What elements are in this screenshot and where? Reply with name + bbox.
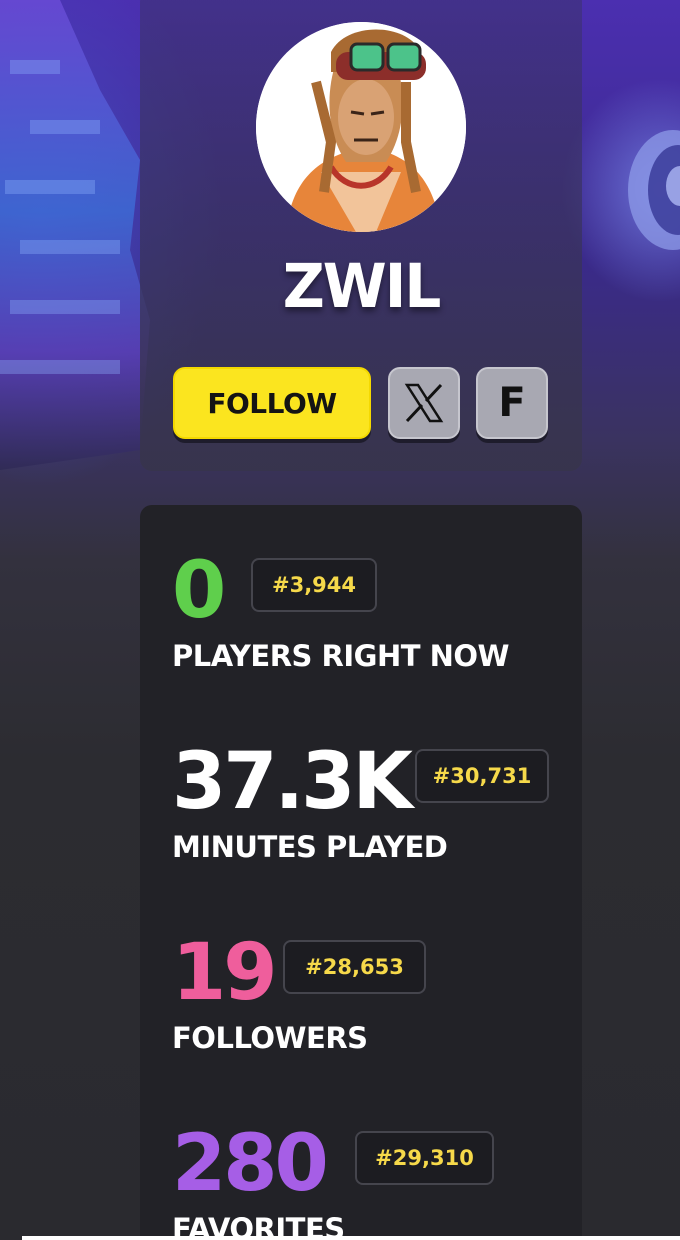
- bottom-divider: [22, 1236, 680, 1240]
- background-orb-art: [628, 130, 680, 250]
- favorites-value: 280: [172, 1119, 329, 1209]
- followers-rank: #28,653: [283, 940, 426, 994]
- players-now-label: PLAYERS RIGHT NOW: [172, 639, 510, 673]
- avatar-portrait-image: [256, 22, 466, 232]
- players-now-rank: #3,944: [251, 558, 377, 612]
- x-logo-icon: [404, 383, 444, 423]
- minutes-played-label: MINUTES PLAYED: [172, 830, 448, 864]
- fortnite-f-icon: F: [498, 380, 526, 426]
- profile-name: ZWIL: [282, 250, 442, 322]
- profile-card: ZWIL FOLLOW F: [140, 0, 582, 471]
- x-social-button[interactable]: [388, 367, 460, 439]
- follow-button[interactable]: FOLLOW: [173, 367, 371, 439]
- followers-value: 19: [172, 928, 278, 1018]
- minutes-played-value: 37.3K: [172, 737, 413, 827]
- avatar: [256, 22, 466, 232]
- favorites-rank: #29,310: [355, 1131, 494, 1185]
- stats-card: 0 #3,944 PLAYERS RIGHT NOW 37.3K #30,731…: [140, 505, 582, 1240]
- players-now-value: 0: [172, 546, 226, 636]
- followers-label: FOLLOWERS: [172, 1021, 368, 1055]
- background-llama-art: [0, 0, 150, 470]
- fortnite-social-button[interactable]: F: [476, 367, 548, 439]
- minutes-played-rank: #30,731: [415, 749, 549, 803]
